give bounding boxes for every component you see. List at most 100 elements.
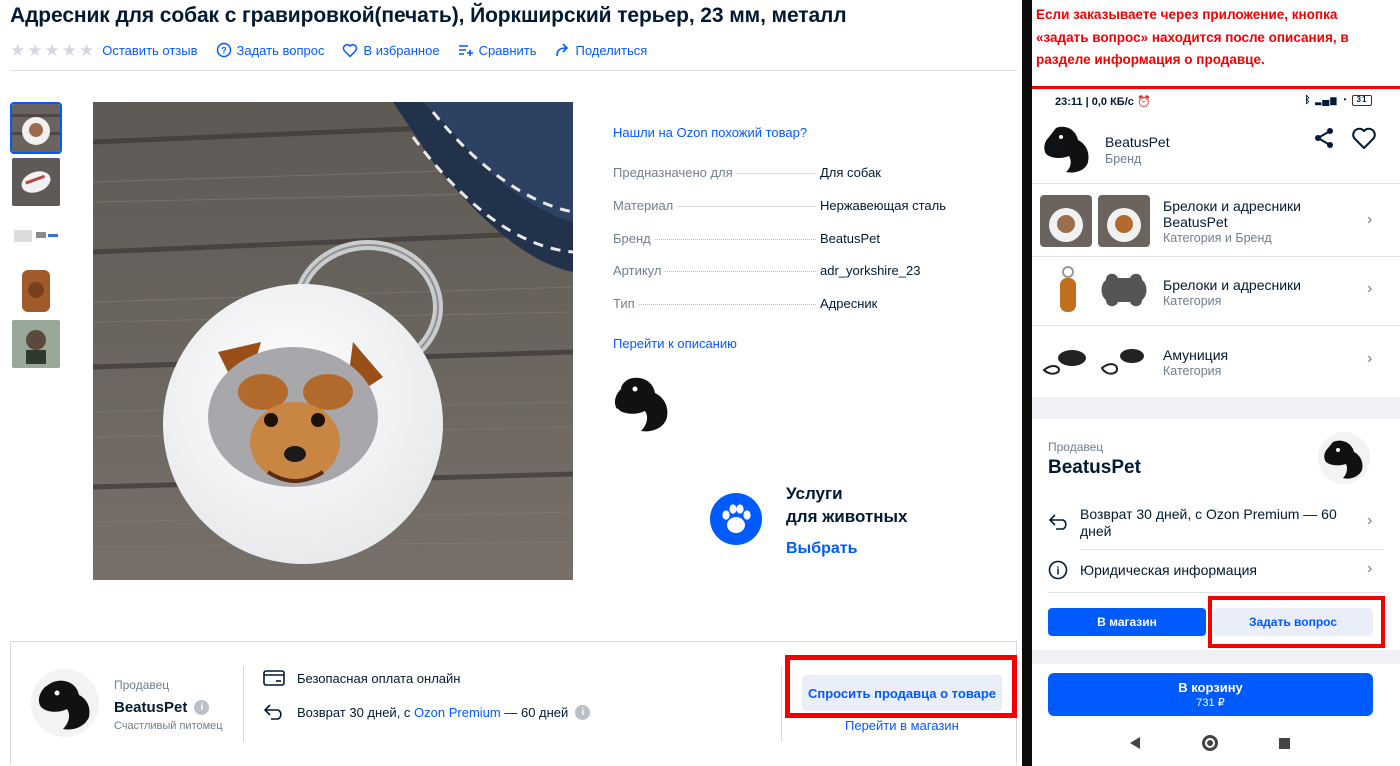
brand-logo[interactable]	[611, 375, 673, 433]
chevron-right-icon: ›	[1367, 211, 1373, 228]
share-icon[interactable]	[1312, 126, 1336, 155]
seller-subtitle: Счастливый питомец	[114, 720, 223, 732]
category-row[interactable]: Брелоки и адресники Категория ›	[1032, 258, 1400, 324]
spec-key: Тип	[613, 296, 635, 311]
spec-key: Бренд	[613, 231, 651, 246]
add-to-favorites-link[interactable]: В избранное	[342, 43, 440, 58]
seller-name[interactable]: BeatusPet	[1048, 457, 1141, 479]
go-to-shop-link[interactable]: Перейти в магазин	[845, 718, 959, 733]
dotted-leader	[638, 304, 816, 305]
share-link[interactable]: Поделиться	[555, 43, 647, 58]
thumbnail-5[interactable]	[10, 318, 62, 370]
return-text-prefix: Возврат 30 дней, с	[297, 704, 415, 720]
seller-name-text: BeatusPet	[114, 699, 188, 716]
home-circle-icon[interactable]	[1202, 735, 1218, 751]
star-icon: ★	[27, 40, 43, 60]
promo-title-line2: для животных	[786, 507, 908, 526]
category-title-line2: BeatusPet	[1163, 214, 1228, 230]
info-icon[interactable]: i	[575, 704, 591, 720]
pet-services-promo[interactable]: Услуги для животных Выбрать	[708, 480, 968, 570]
return-policy-text: Возврат 30 дней, с Ozon Premium — 60 дне…	[1080, 506, 1337, 539]
promo-title-line1: Услуги	[786, 484, 843, 503]
desktop-product-page: Адресник для собак с гравировкой(печать)…	[0, 0, 1030, 766]
add-to-cart-button[interactable]: В корзину 731 ₽	[1048, 673, 1373, 716]
star-icon: ★	[44, 40, 60, 60]
category-title: Брелоки и адресники	[1163, 198, 1301, 214]
seller-avatar[interactable]	[31, 669, 99, 737]
rating-stars[interactable]: ★ ★ ★ ★ ★	[10, 42, 94, 59]
thumbnail-2[interactable]	[10, 156, 62, 208]
thumbnail-4[interactable]	[10, 264, 62, 316]
ask-question-label: Задать вопрос	[236, 42, 325, 58]
product-actions-bar: ★ ★ ★ ★ ★ Оставить отзыв ? Задать вопрос…	[10, 40, 665, 60]
star-icon: ★	[79, 40, 95, 60]
similar-product-link[interactable]: Нашли на Ozon похожий товар?	[613, 125, 807, 140]
category-row[interactable]: Амуниция Категория ›	[1032, 328, 1400, 394]
composite-screenshot: Адресник для собак с гравировкой(печать)…	[0, 0, 1400, 766]
go-to-description-link[interactable]: Перейти к описанию	[613, 336, 737, 351]
heart-icon[interactable]	[1351, 126, 1377, 155]
highlight-frame	[785, 655, 1017, 718]
ask-question-link[interactable]: ? Задать вопрос	[216, 42, 325, 58]
battery-icon: 31	[1352, 95, 1372, 106]
spec-value: Адресник	[820, 296, 878, 311]
instruction-note: Если заказываете через приложение, кнопк…	[1036, 7, 1349, 67]
category-image	[1040, 195, 1092, 247]
thumbnail-3[interactable]	[10, 210, 62, 262]
thumbnail-1[interactable]	[10, 102, 62, 154]
category-title: Брелоки и адресники	[1163, 277, 1301, 293]
thumbnail-list	[10, 102, 64, 372]
signal-icon: ▂▄▆	[1315, 95, 1338, 107]
status-time: 23:11 | 0,0 КБ/с ⏰	[1055, 96, 1151, 108]
spec-value-link[interactable]: BeatusPet	[820, 231, 880, 246]
brand-header: ← BeatusPet Бренд	[1032, 118, 1400, 182]
dotted-leader	[677, 206, 816, 207]
chevron-right-icon: ›	[1367, 512, 1373, 529]
star-icon: ★	[61, 40, 77, 60]
dotted-leader	[665, 271, 816, 272]
return-text-suffix: — 60 дней	[500, 704, 569, 720]
promo-choose-link[interactable]: Выбрать	[786, 540, 857, 558]
go-to-shop-button[interactable]: В магазин	[1048, 608, 1206, 636]
price: 731 ₽	[1196, 697, 1225, 709]
ozon-premium-link[interactable]: Ozon Premium	[414, 705, 501, 720]
category-image	[1040, 334, 1092, 386]
divider	[781, 666, 782, 742]
compare-icon	[458, 45, 473, 56]
category-image	[1098, 195, 1150, 247]
category-row[interactable]: Брелоки и адресники BeatusPet Категория …	[1032, 189, 1400, 255]
question-bubble-icon: ?	[216, 42, 231, 58]
category-image	[1098, 334, 1150, 386]
android-nav-bar	[1032, 730, 1400, 760]
spec-row: Предназначено для Для собак	[613, 165, 963, 180]
return-arrow-icon	[263, 704, 282, 720]
star-icon: ★	[10, 40, 26, 60]
divider	[1032, 183, 1400, 184]
leave-review-link[interactable]: Оставить отзыв	[102, 43, 197, 58]
spec-row: Тип Адресник	[613, 296, 963, 311]
svg-text:i: i	[1056, 566, 1059, 578]
brand-subtitle: Бренд	[1105, 152, 1142, 166]
divider	[243, 666, 244, 742]
spec-row: Материал Нержавеющая сталь	[613, 198, 963, 213]
chevron-right-icon: ›	[1367, 350, 1373, 367]
recents-square-icon[interactable]	[1279, 738, 1290, 749]
product-main-image[interactable]	[93, 102, 573, 580]
seller-label: Продавец	[1048, 440, 1104, 454]
back-triangle-icon[interactable]	[1130, 737, 1140, 749]
seller-avatar[interactable]	[1318, 432, 1370, 484]
spec-key: Артикул	[613, 263, 662, 278]
legal-info-text: Юридическая информация	[1080, 562, 1257, 578]
back-arrow-icon[interactable]: ←	[1044, 130, 1068, 158]
spec-key: Предназначено для	[613, 165, 733, 180]
card-icon	[263, 670, 285, 686]
chevron-right-icon: ›	[1367, 280, 1373, 297]
info-icon[interactable]: i	[194, 700, 210, 715]
category-subtitle: Категория	[1163, 294, 1222, 308]
spec-value: adr_yorkshire_23	[820, 263, 921, 278]
seller-name[interactable]: BeatusPet i	[114, 699, 210, 716]
spec-value-link[interactable]: Для собак	[820, 165, 881, 180]
divider	[1048, 592, 1384, 593]
info-icon: i	[1048, 560, 1068, 580]
compare-link[interactable]: Сравнить	[458, 43, 537, 58]
